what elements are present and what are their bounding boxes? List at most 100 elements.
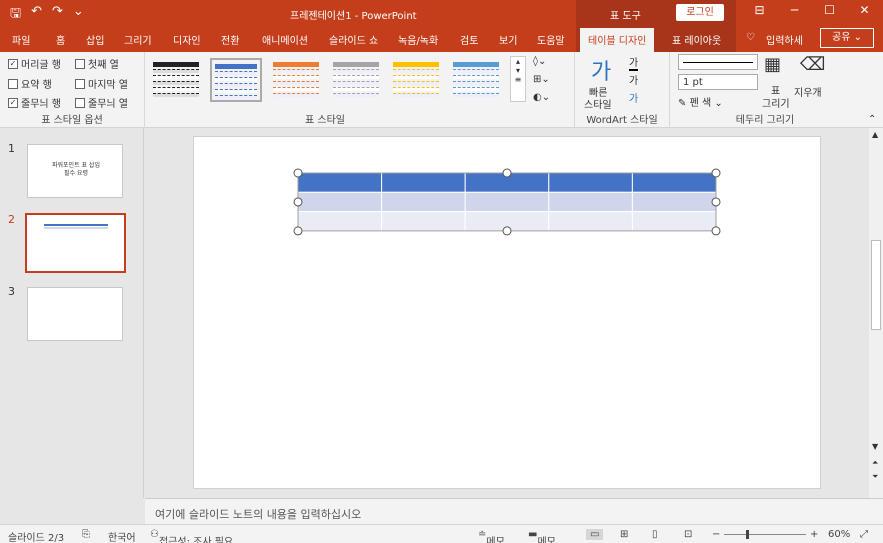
effects-icon[interactable]: ◐⌄ bbox=[533, 92, 550, 103]
vertical-scrollbar[interactable]: ▲ ▼ ⏶ ⏷ bbox=[869, 128, 883, 498]
accessibility-status[interactable]: ⚇ 접근성: 조사 필요 bbox=[150, 529, 233, 543]
resize-handle[interactable] bbox=[502, 168, 512, 178]
tell-me-input[interactable]: 입력하세 bbox=[766, 32, 803, 47]
table-cell[interactable] bbox=[464, 191, 550, 213]
scroll-down-icon[interactable]: ▼ bbox=[872, 442, 878, 451]
zoom-level[interactable]: 60% bbox=[828, 529, 850, 540]
collapse-ribbon-icon[interactable]: ⌃ bbox=[868, 114, 876, 125]
table-cell[interactable] bbox=[548, 211, 633, 232]
table-cell[interactable] bbox=[631, 172, 717, 193]
table-cell[interactable] bbox=[297, 211, 383, 232]
table-style-swatch[interactable] bbox=[450, 58, 502, 102]
table-style-swatch[interactable] bbox=[150, 58, 202, 102]
zoom-out-icon[interactable]: − bbox=[712, 529, 720, 540]
previous-slide-icon[interactable]: ⏶ bbox=[872, 458, 878, 468]
text-fill-icon[interactable]: 가 bbox=[629, 54, 639, 71]
tab-help[interactable]: 도움말 bbox=[537, 32, 565, 47]
tab-table-design[interactable]: 테이블 디자인 bbox=[580, 28, 655, 52]
login-button[interactable]: 로그인 bbox=[676, 4, 724, 21]
table-cell[interactable] bbox=[631, 191, 717, 213]
zoom-in-icon[interactable]: + bbox=[810, 529, 818, 540]
tab-design[interactable]: 디자인 bbox=[173, 32, 201, 47]
zoom-slider-handle[interactable] bbox=[746, 530, 749, 539]
resize-handle[interactable] bbox=[502, 226, 512, 236]
eraser-icon[interactable]: ⌫ bbox=[800, 54, 825, 75]
undo-icon[interactable]: ↶ bbox=[31, 4, 42, 26]
gallery-more-button[interactable]: ▴ ▾ ≡ bbox=[510, 56, 526, 102]
header-row-checkbox[interactable]: ✓ 머리글 행 bbox=[8, 56, 61, 71]
table-style-options-label: 표 스타일 옵션 bbox=[41, 115, 103, 126]
table-cell[interactable] bbox=[381, 211, 466, 232]
tab-insert[interactable]: 삽입 bbox=[86, 32, 104, 47]
shading-icon[interactable]: ◊⌄ bbox=[533, 56, 546, 67]
quick-styles-icon[interactable]: 가 bbox=[591, 54, 611, 86]
table-cell[interactable] bbox=[297, 172, 383, 193]
minimize-icon[interactable]: ─ bbox=[777, 3, 812, 17]
slide-thumbnail-2[interactable] bbox=[25, 213, 126, 273]
table-cell[interactable] bbox=[381, 172, 466, 193]
first-column-checkbox[interactable]: 첫째 열 bbox=[75, 56, 119, 71]
table-style-swatch[interactable] bbox=[330, 58, 382, 102]
customize-qat-icon[interactable]: ⌄ bbox=[73, 4, 84, 26]
table-object[interactable] bbox=[194, 137, 822, 490]
save-icon[interactable]: 🖫 bbox=[10, 4, 21, 26]
close-icon[interactable]: ✕ bbox=[847, 3, 882, 17]
banded-columns-checkbox[interactable]: 줄무늬 열 bbox=[75, 95, 128, 110]
ribbon-display-icon[interactable]: ⊟ bbox=[742, 3, 777, 17]
pen-weight-select[interactable]: 1 pt bbox=[678, 74, 758, 90]
normal-view-icon[interactable]: ▭ bbox=[586, 529, 604, 540]
tab-review[interactable]: 검토 bbox=[460, 32, 478, 47]
text-effects-icon[interactable]: 가 bbox=[629, 90, 638, 105]
banded-rows-checkbox[interactable]: ✓ 줄무늬 행 bbox=[8, 95, 61, 110]
resize-handle[interactable] bbox=[293, 226, 303, 236]
pen-style-select[interactable] bbox=[678, 54, 758, 70]
tab-draw[interactable]: 그리기 bbox=[124, 32, 152, 47]
tab-animations[interactable]: 애니메이션 bbox=[262, 32, 308, 47]
draw-table-icon[interactable]: ▦ bbox=[764, 54, 781, 75]
resize-handle[interactable] bbox=[293, 197, 303, 207]
fit-to-window-icon[interactable]: ⤢ bbox=[860, 529, 868, 540]
last-column-checkbox[interactable]: 마지막 열 bbox=[75, 76, 128, 91]
table-cell[interactable] bbox=[631, 211, 717, 232]
table-style-swatch[interactable] bbox=[210, 58, 262, 102]
slide-thumbnail-1[interactable]: 파워포인트 표 삽입 필수 요령 bbox=[27, 144, 123, 198]
resize-handle[interactable] bbox=[711, 168, 721, 178]
table-cell[interactable] bbox=[297, 191, 383, 213]
total-row-checkbox[interactable]: 요약 행 bbox=[8, 76, 52, 91]
table-cell[interactable] bbox=[548, 172, 633, 193]
resize-handle[interactable] bbox=[293, 168, 303, 178]
resize-handle[interactable] bbox=[711, 197, 721, 207]
table-style-swatch[interactable] bbox=[390, 58, 442, 102]
tab-view[interactable]: 보기 bbox=[499, 32, 517, 47]
share-button[interactable]: 공유 ⌄ bbox=[820, 28, 874, 48]
pen-color-button[interactable]: ✎ 펜 색 ⌄ bbox=[678, 94, 723, 109]
comments-toggle[interactable]: ▬ 메모 bbox=[528, 529, 556, 543]
text-outline-icon[interactable]: 가 bbox=[629, 72, 638, 87]
maximize-icon[interactable]: ☐ bbox=[812, 3, 847, 17]
notes-input[interactable]: 여기에 슬라이드 노트의 내용을 입력하십시오 bbox=[145, 498, 883, 524]
tab-record[interactable]: 녹음/녹화 bbox=[398, 32, 438, 47]
tab-file[interactable]: 파일 bbox=[12, 32, 30, 47]
next-slide-icon[interactable]: ⏷ bbox=[872, 472, 878, 482]
resize-handle[interactable] bbox=[711, 226, 721, 236]
zoom-slider[interactable] bbox=[724, 534, 806, 535]
slide-thumbnail-3[interactable] bbox=[27, 287, 123, 341]
scroll-up-icon[interactable]: ▲ bbox=[872, 130, 878, 139]
tab-transitions[interactable]: 전환 bbox=[221, 32, 239, 47]
language[interactable]: 한국어 bbox=[108, 529, 136, 543]
table-cell[interactable] bbox=[548, 191, 633, 213]
notes-toggle[interactable]: ≐ 메모 bbox=[478, 529, 505, 543]
slide-sorter-icon[interactable]: ⊞ bbox=[620, 529, 628, 540]
borders-icon[interactable]: ⊞⌄ bbox=[533, 74, 550, 85]
spellcheck-icon[interactable]: ⎘ bbox=[82, 529, 90, 540]
table-cell[interactable] bbox=[381, 191, 466, 213]
reading-view-icon[interactable]: ▯ bbox=[652, 529, 658, 540]
tab-table-layout[interactable]: 표 레이아웃 bbox=[672, 32, 721, 47]
slide-canvas[interactable] bbox=[193, 136, 821, 489]
scrollbar-thumb[interactable] bbox=[871, 240, 881, 330]
tab-home[interactable]: 홈 bbox=[56, 32, 65, 47]
redo-icon[interactable]: ↷ bbox=[52, 4, 63, 26]
slideshow-icon[interactable]: ⊡ bbox=[684, 529, 692, 540]
tab-slideshow[interactable]: 슬라이드 쇼 bbox=[329, 32, 378, 47]
table-style-swatch[interactable] bbox=[270, 58, 322, 102]
